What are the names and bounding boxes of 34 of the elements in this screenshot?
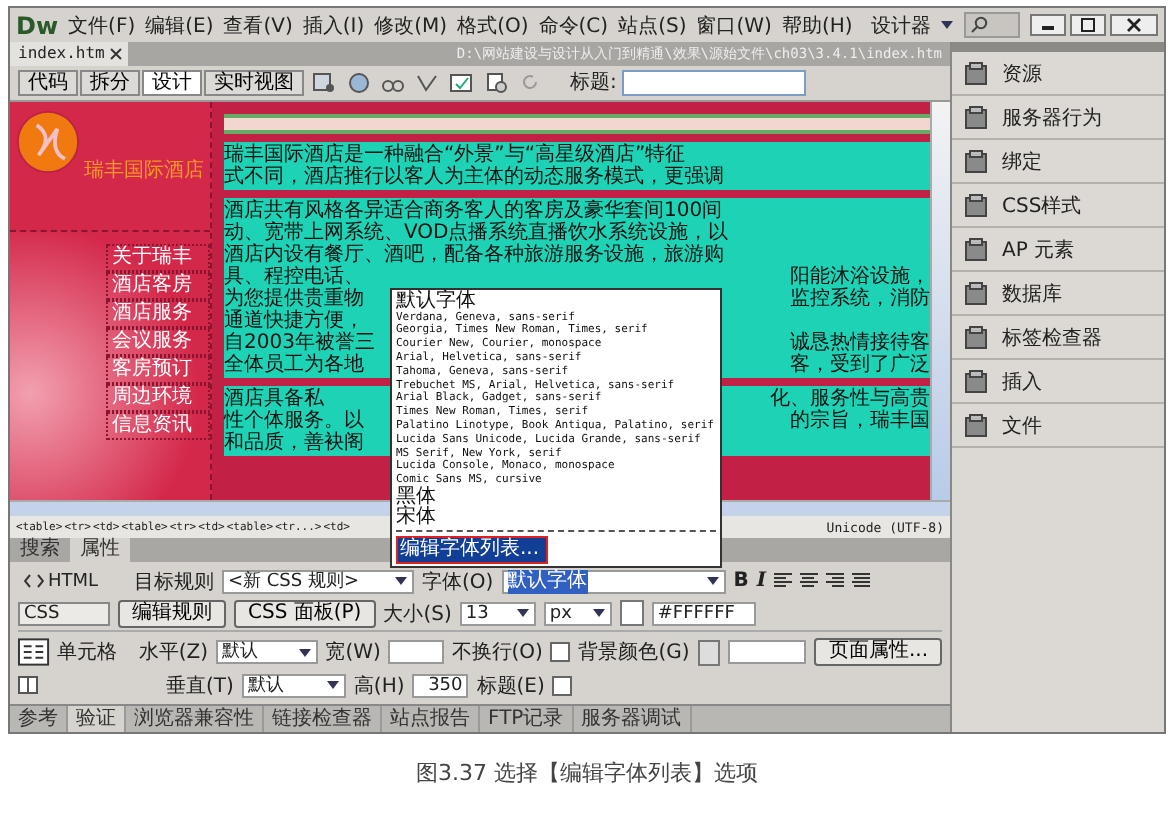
paragraph-line: 式不同，酒店推行以客人为主体的动态服务模式，更强调 xyxy=(224,165,724,187)
paragraph-line: 具、程控电话、 xyxy=(224,265,364,287)
figure-caption: 图3.37 选择【编辑字体列表】选项 xyxy=(414,758,760,788)
paragraph-line: 化、服务性与高贵 xyxy=(770,387,930,409)
paragraph-line: 瑞丰国际酒店是一种融合“外景”与“高星级酒店”特征 xyxy=(224,143,686,165)
field-label: 高(H) xyxy=(353,673,405,699)
paragraph-line: 通道快捷方便， xyxy=(224,309,364,331)
field-label: 目标规则 xyxy=(132,569,214,595)
field-label: 宽(W) xyxy=(325,639,381,666)
paragraph-line: 动、宽带上网系统、VOD点播系统直播饮水系统设施，以 xyxy=(224,221,729,243)
field-label: 水平(Z) xyxy=(138,639,209,666)
title-label: 标题: xyxy=(570,69,617,97)
hotel-name: 瑞丰国际酒店 xyxy=(84,157,204,183)
paragraph-line: 客，受到了广泛 xyxy=(790,353,930,375)
paragraph-line: 和品质，善袂阁 xyxy=(224,431,364,453)
paragraph-line: 酒店共有风格各异适合商务客人的客房及豪华套间100间 xyxy=(224,199,723,221)
cell-label: 单元格 xyxy=(57,639,120,666)
paragraph-line: 诚恳热情接待客 xyxy=(790,331,930,353)
paragraph-line: 酒店具备私 xyxy=(224,387,324,409)
app-logo: Dw xyxy=(16,11,59,39)
field-label: 垂直(T) xyxy=(166,673,234,699)
field-label: 大小(S) xyxy=(383,601,452,627)
paragraph-line: 全体员工为各地 xyxy=(224,353,364,375)
field-label: 标题(E) xyxy=(476,673,545,699)
field-label: 字体(O) xyxy=(422,569,494,595)
paragraph-line: 监控系统，消防 xyxy=(790,287,930,309)
paragraph-line: 为您提供贵重物 xyxy=(224,287,364,309)
paragraph-line: 阳能沐浴设施， xyxy=(790,265,930,287)
paragraph-line: 自2003年被誉三 xyxy=(224,331,375,353)
field-label: 不换行(O) xyxy=(451,640,543,666)
paragraph-line: 性个体服务。以 xyxy=(224,409,364,431)
paragraph-line: 的宗旨，瑞丰国 xyxy=(790,409,930,431)
paragraph-line: 酒店内设有餐厅、酒吧，配备各种旅游服务设施，旅游购 xyxy=(224,243,724,265)
field-label: 背景颜色(G) xyxy=(578,639,690,666)
